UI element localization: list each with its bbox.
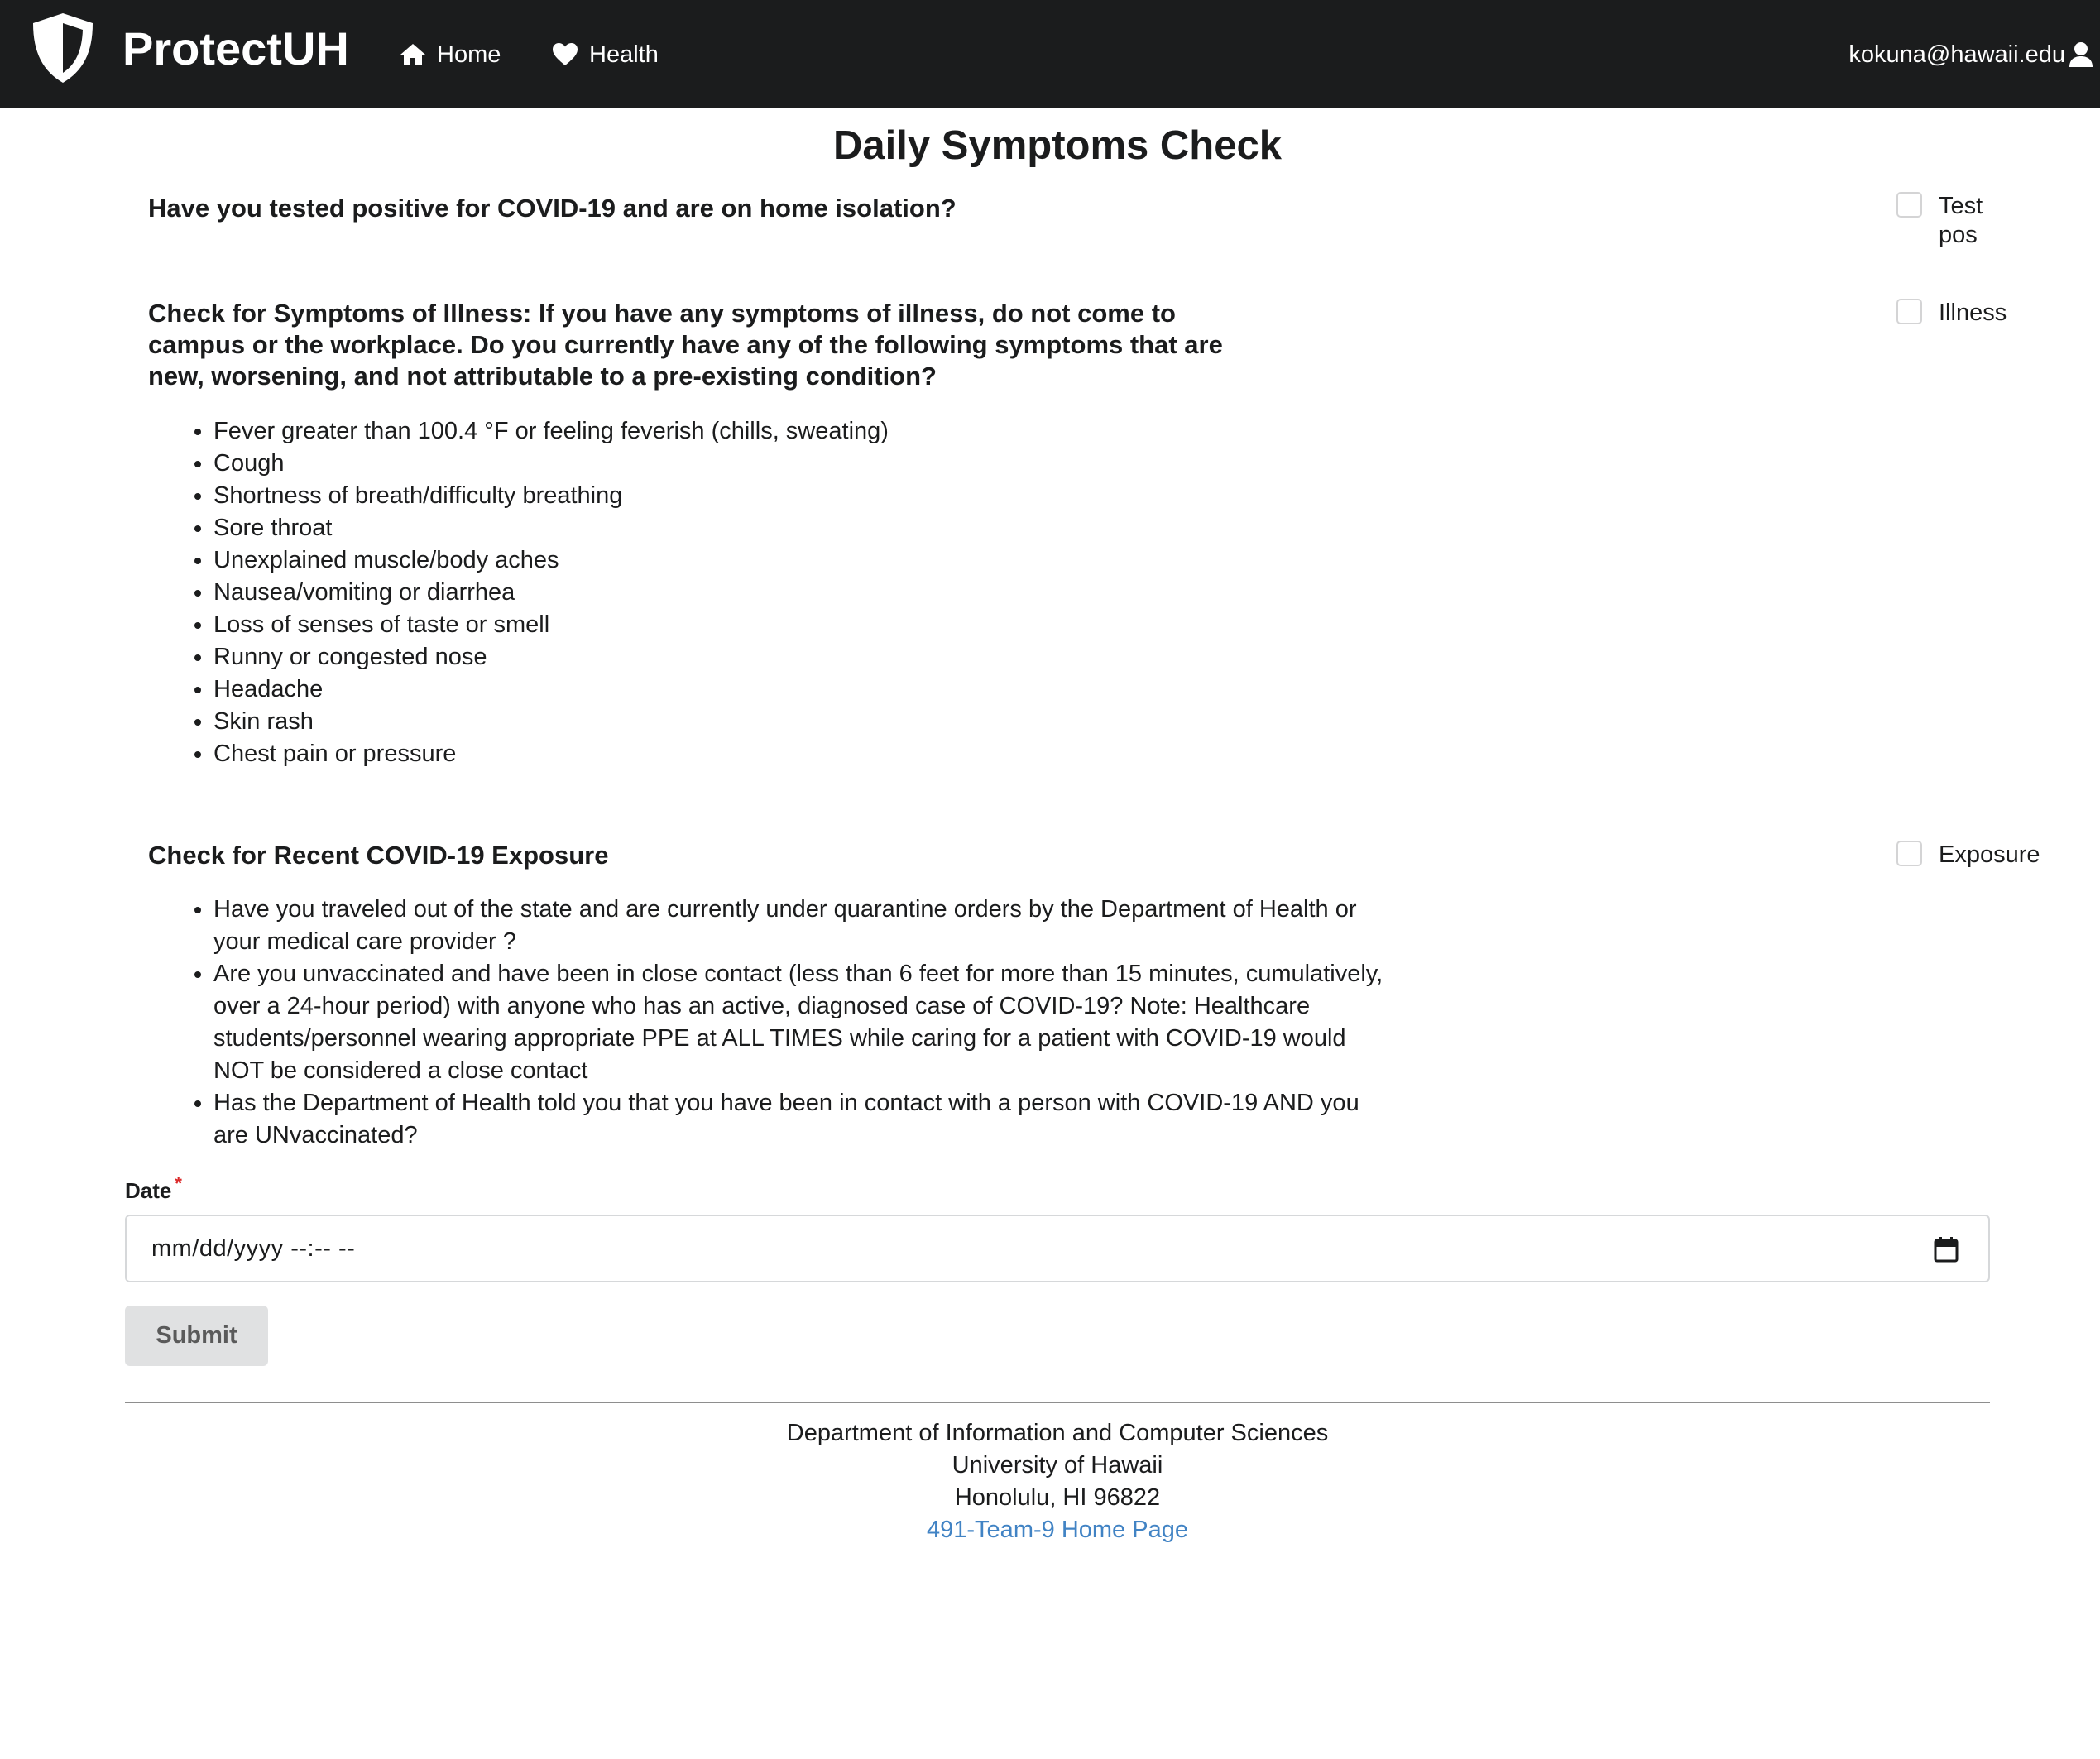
checkbox-illness[interactable]: Illness [1896, 299, 2007, 328]
list-item: Cough [213, 448, 1372, 480]
page-title: Daily Symptoms Check [833, 123, 1282, 168]
nav-health-label: Health [589, 41, 659, 68]
exposure-list: Have you traveled out of the state and a… [170, 894, 1388, 1152]
list-item: Loss of senses of taste or smell [213, 609, 1372, 641]
question-illness: Check for Symptoms of Illness: If you ha… [148, 299, 1223, 391]
checkbox-illness-box[interactable] [1896, 299, 1922, 324]
list-item: Chest pain or pressure [213, 738, 1372, 770]
brand-name: ProtectUH [122, 22, 349, 74]
list-item: Sore throat [213, 512, 1372, 544]
required-marker: * [175, 1173, 182, 1194]
symptoms-list: Fever greater than 100.4 °F or feeling f… [170, 415, 1372, 770]
checkbox-test-pos-label: Test pos [1939, 193, 1983, 248]
top-navbar: ProtectUH Home Health kokuna@hawaii.edu [0, 0, 2100, 108]
list-item: Shortness of breath/difficulty breathing [213, 480, 1372, 512]
list-item: Fever greater than 100.4 °F or feeling f… [213, 415, 1372, 448]
footer-divider [125, 1402, 1990, 1403]
list-item: Are you unvaccinated and have been in cl… [213, 958, 1388, 1087]
list-item: Headache [213, 673, 1372, 706]
list-item: Have you traveled out of the state and a… [213, 894, 1388, 958]
date-input-placeholder: mm/dd/yyyy --:-- -- [151, 1234, 356, 1262]
heart-icon [553, 43, 578, 65]
footer-department: Department of Information and Computer S… [786, 1420, 1329, 1446]
checkbox-exposure-box[interactable] [1896, 841, 1922, 866]
shield-icon [33, 13, 93, 83]
home-icon [400, 44, 425, 65]
date-label-text: Date [125, 1178, 172, 1203]
nav-health-link[interactable]: Health [551, 33, 659, 76]
brand-link[interactable]: ProtectUH [30, 12, 349, 84]
checkbox-test-pos[interactable]: Test pos [1896, 192, 1988, 250]
checkbox-test-pos-box[interactable] [1896, 192, 1922, 218]
list-item: Runny or congested nose [213, 641, 1372, 673]
nav-home-label: Home [437, 41, 501, 68]
checkbox-exposure-label: Exposure [1939, 841, 2040, 868]
submit-button[interactable]: Submit [125, 1306, 268, 1366]
user-menu[interactable]: kokuna@hawaii.edu [1848, 33, 2093, 76]
footer-home-page-link[interactable]: 491-Team-9 Home Page [927, 1517, 1188, 1543]
user-email: kokuna@hawaii.edu [1848, 41, 2065, 68]
list-item: Nausea/vomiting or diarrhea [213, 577, 1372, 609]
calendar-icon[interactable] [1934, 1236, 1959, 1263]
footer-address: Honolulu, HI 96822 [954, 1484, 1161, 1511]
question-positive: Have you tested positive for COVID-19 an… [148, 194, 957, 223]
checkbox-exposure[interactable]: Exposure [1896, 841, 2040, 870]
list-item: Skin rash [213, 706, 1372, 738]
footer-university: University of Hawaii [952, 1452, 1163, 1479]
question-exposure: Check for Recent COVID-19 Exposure [148, 841, 609, 870]
list-item: Has the Department of Health told you th… [213, 1087, 1388, 1152]
date-input[interactable]: mm/dd/yyyy --:-- -- [125, 1215, 1990, 1282]
nav-home-link[interactable]: Home [399, 33, 501, 76]
date-label: Date * [125, 1173, 182, 1204]
footer: Department of Information and Computer S… [0, 1417, 2100, 1546]
user-icon [2069, 42, 2093, 67]
checkbox-illness-label: Illness [1939, 300, 2007, 326]
list-item: Unexplained muscle/body aches [213, 544, 1372, 577]
